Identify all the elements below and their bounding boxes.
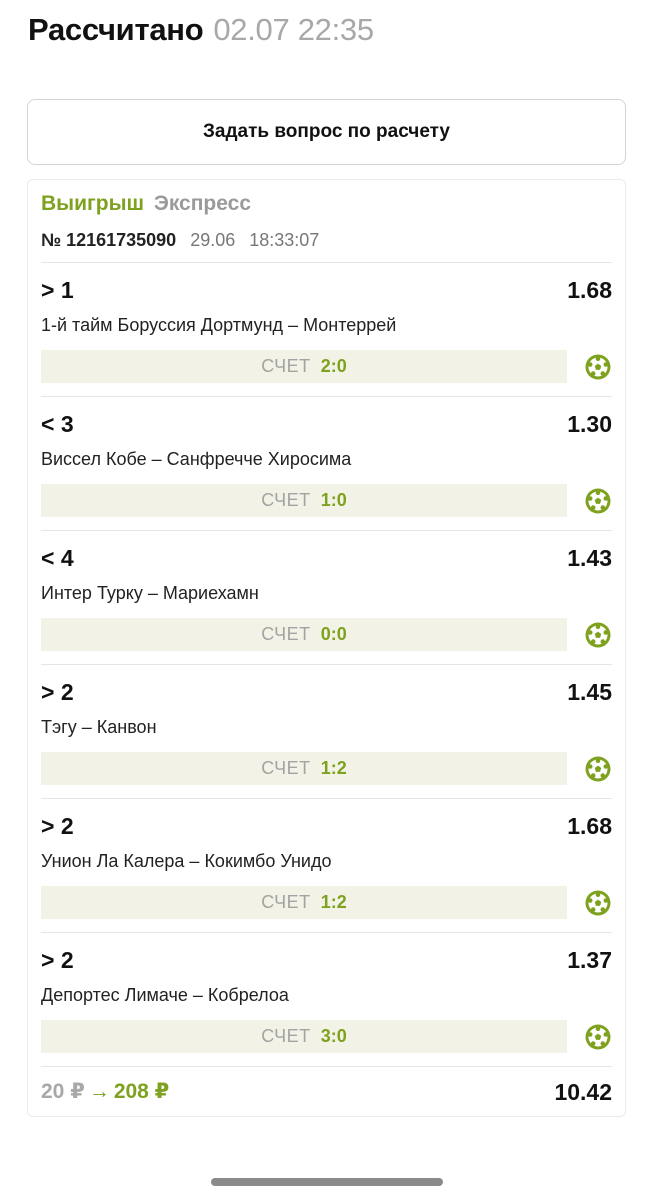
bet-leg: > 1 1.68 1-й тайм Боруссия Дортмунд – Мо… — [41, 262, 612, 396]
leg-score-bar: СЧЕТ 0:0 — [41, 618, 567, 651]
soccer-ball-icon — [585, 1024, 611, 1050]
page-header: Рассчитано 02.07 22:35 — [28, 12, 374, 52]
home-indicator[interactable] — [211, 1178, 443, 1186]
soccer-ball-icon — [585, 488, 611, 514]
bet-type: Экспресс — [153, 192, 251, 215]
score-label: СЧЕТ — [261, 892, 311, 912]
leg-condition: > 1 — [41, 277, 74, 303]
leg-match: Унион Ла Калера – Кокимбо Унидо — [41, 851, 332, 871]
soccer-ball-icon — [585, 890, 611, 916]
leg-odds: 1.30 — [567, 411, 612, 437]
bet-meta: № 12161735090 29.06 18:33:07 — [41, 230, 612, 251]
bet-date: 29.06 — [190, 230, 236, 250]
leg-condition: > 2 — [41, 813, 74, 839]
leg-match: Депортес Лимаче – Кобрелоа — [41, 985, 289, 1005]
stake-amount: 20 ₽ — [41, 1080, 85, 1103]
leg-odds: 1.68 — [567, 813, 612, 839]
score-label: СЧЕТ — [261, 758, 311, 778]
score-value: 1:2 — [320, 892, 347, 912]
score-value: 2:0 — [320, 356, 347, 376]
score-value: 0:0 — [320, 624, 347, 644]
bet-leg: > 2 1.68 Унион Ла Калера – Кокимбо Унидо… — [41, 798, 612, 932]
bet-number: № 12161735090 — [41, 230, 177, 250]
bet-footer: 20 ₽ → 208 ₽ 10.42 — [41, 1066, 612, 1118]
leg-score-bar: СЧЕТ 3:0 — [41, 1020, 567, 1053]
leg-condition: < 4 — [41, 545, 74, 571]
leg-odds: 1.45 — [567, 679, 612, 705]
leg-match: Интер Турку – Мариехамн — [41, 583, 259, 603]
soccer-ball-icon — [585, 756, 611, 782]
bet-leg: < 4 1.43 Интер Турку – Мариехамн СЧЕТ 0:… — [41, 530, 612, 664]
score-value: 3:0 — [320, 1026, 347, 1046]
bet-card: Выигрыш Экспресс № 12161735090 29.06 18:… — [27, 179, 626, 1117]
stake-payout: 20 ₽ → 208 ₽ — [41, 1079, 169, 1104]
arrow-right-icon: → — [88, 1080, 110, 1103]
settlement-datetime: 02.07 22:35 — [213, 12, 374, 47]
score-label: СЧЕТ — [261, 1026, 311, 1046]
leg-condition: > 2 — [41, 947, 74, 973]
score-label: СЧЕТ — [261, 490, 311, 510]
leg-match: 1-й тайм Боруссия Дортмунд – Монтеррей — [41, 315, 397, 335]
leg-score-bar: СЧЕТ 1:2 — [41, 886, 567, 919]
leg-condition: < 3 — [41, 411, 74, 437]
bet-result-line: Выигрыш Экспресс — [41, 192, 612, 216]
bet-leg: > 2 1.37 Депортес Лимаче – Кобрелоа СЧЕТ… — [41, 932, 612, 1066]
settlement-status: Рассчитано — [28, 12, 204, 47]
score-label: СЧЕТ — [261, 624, 311, 644]
score-value: 1:2 — [320, 758, 347, 778]
leg-match: Тэгу – Канвон — [41, 717, 157, 737]
payout-amount: 208 ₽ — [113, 1080, 170, 1103]
bet-time: 18:33:07 — [249, 230, 320, 250]
soccer-ball-icon — [585, 354, 611, 380]
score-label: СЧЕТ — [261, 356, 311, 376]
leg-odds: 1.43 — [567, 545, 612, 571]
leg-odds: 1.37 — [567, 947, 612, 973]
total-odds: 10.42 — [554, 1079, 612, 1105]
bet-result: Выигрыш — [41, 192, 145, 215]
leg-odds: 1.68 — [567, 277, 612, 303]
leg-score-bar: СЧЕТ 1:0 — [41, 484, 567, 517]
leg-score-bar: СЧЕТ 1:2 — [41, 752, 567, 785]
leg-score-bar: СЧЕТ 2:0 — [41, 350, 567, 383]
bet-leg: > 2 1.45 Тэгу – Канвон СЧЕТ 1:2 — [41, 664, 612, 798]
ask-question-button[interactable]: Задать вопрос по расчету — [27, 99, 626, 165]
leg-condition: > 2 — [41, 679, 74, 705]
bet-card-header: Выигрыш Экспресс № 12161735090 29.06 18:… — [41, 192, 612, 251]
leg-match: Виссел Кобе – Санфречче Хиросима — [41, 449, 352, 469]
bet-leg: < 3 1.30 Виссел Кобе – Санфречче Хиросим… — [41, 396, 612, 530]
bet-legs: > 1 1.68 1-й тайм Боруссия Дортмунд – Мо… — [41, 262, 612, 1066]
score-value: 1:0 — [320, 490, 347, 510]
soccer-ball-icon — [585, 622, 611, 648]
